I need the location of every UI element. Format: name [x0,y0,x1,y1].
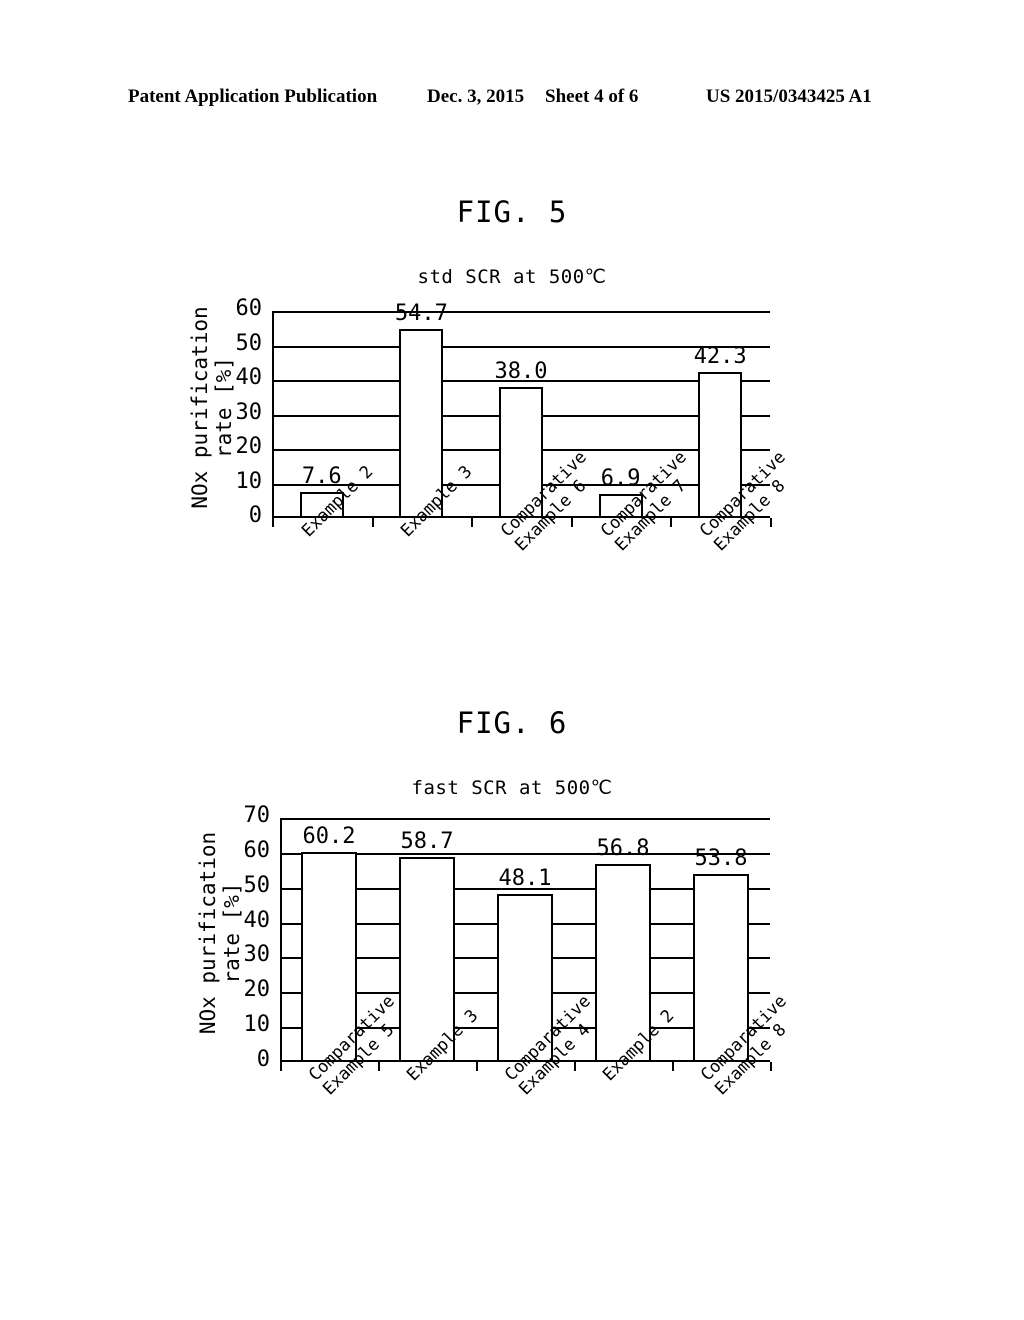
x-axis-tick [570,518,573,527]
x-axis-tick [476,1062,478,1071]
x-axis-tick [371,518,374,527]
bar-value-label: 42.3 [693,344,747,370]
figure-5-chart-title: std SCR at 500℃ [417,266,607,288]
page-header: Patent Application Publication Dec. 3, 2… [0,86,1024,112]
header-publication-text: Patent Application Publication [128,86,378,107]
y-axis-title: NOx purification rate [%] [188,306,237,509]
x-axis-tick [770,1062,772,1071]
bar-value-label: 54.7 [394,301,448,327]
bar-value-label: 60.2 [302,824,356,850]
bar-value-label: 58.7 [400,829,454,855]
header-sheet-text: Sheet 4 of 6 [545,86,639,107]
bar-value-label: 53.8 [694,846,748,872]
x-axis-tick [378,1062,380,1071]
header-patent-number: US 2015/0343425 A1 [706,86,872,107]
bar-value-label: 38.0 [494,358,548,384]
x-axis-tick [471,518,474,527]
x-axis-tick [670,518,673,527]
x-axis-tick [280,1062,282,1071]
x-axis-tick [574,1062,576,1071]
figure-6-caption: FIG. 6 [456,706,568,740]
bar-value-label: 48.1 [498,866,552,892]
figure-6-chart-title: fast SCR at 500℃ [411,777,613,799]
y-axis-title: NOx purification rate [%] [196,831,245,1035]
x-axis-tick [770,518,772,527]
x-axis-tick [672,1062,674,1071]
figure-5-caption: FIG. 5 [456,195,568,229]
x-axis-tick [272,518,274,527]
header-date-text: Dec. 3, 2015 [427,86,525,107]
bar-value-label: 56.8 [596,836,650,861]
